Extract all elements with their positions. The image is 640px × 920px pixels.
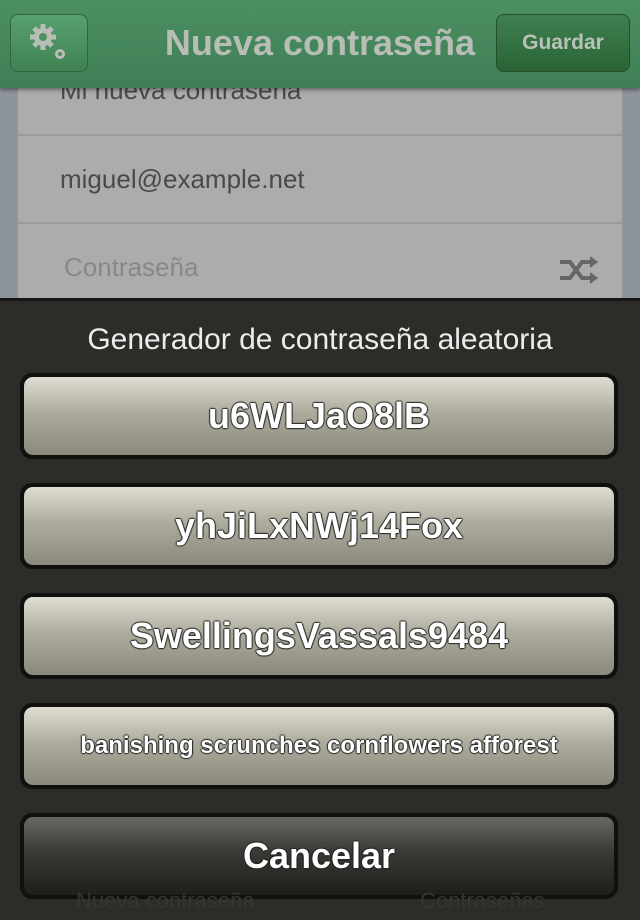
- password-option-2[interactable]: yhJiLxNWj14Fox: [20, 483, 618, 569]
- action-sheet: Generador de contraseña aleatoria u6WLJa…: [0, 298, 640, 920]
- option-label: SwellingsVassals9484: [24, 597, 614, 675]
- option-label: banishing scrunches cornflowers afforest: [24, 707, 614, 785]
- tab-new-password: Nueva contraseña: [76, 888, 255, 913]
- tab-passwords: Contraseñas: [420, 888, 545, 913]
- password-option-3[interactable]: SwellingsVassals9484: [20, 593, 618, 679]
- cancel-label: Cancelar: [24, 817, 614, 895]
- option-label: u6WLJaO8lB: [24, 377, 614, 455]
- password-option-4[interactable]: banishing scrunches cornflowers afforest: [20, 703, 618, 789]
- option-label: yhJiLxNWj14Fox: [24, 487, 614, 565]
- save-button[interactable]: Guardar: [496, 14, 630, 72]
- shuffle-icon[interactable]: [560, 256, 598, 284]
- email-field[interactable]: miguel@example.net: [18, 136, 622, 224]
- password-option-1[interactable]: u6WLJaO8lB: [20, 373, 618, 459]
- sheet-title: Generador de contraseña aleatoria: [87, 323, 553, 356]
- nav-bar: Nueva contraseña Guardar: [0, 0, 640, 88]
- cancel-button[interactable]: Cancelar: [20, 813, 618, 899]
- password-placeholder: Contraseña: [64, 252, 199, 282]
